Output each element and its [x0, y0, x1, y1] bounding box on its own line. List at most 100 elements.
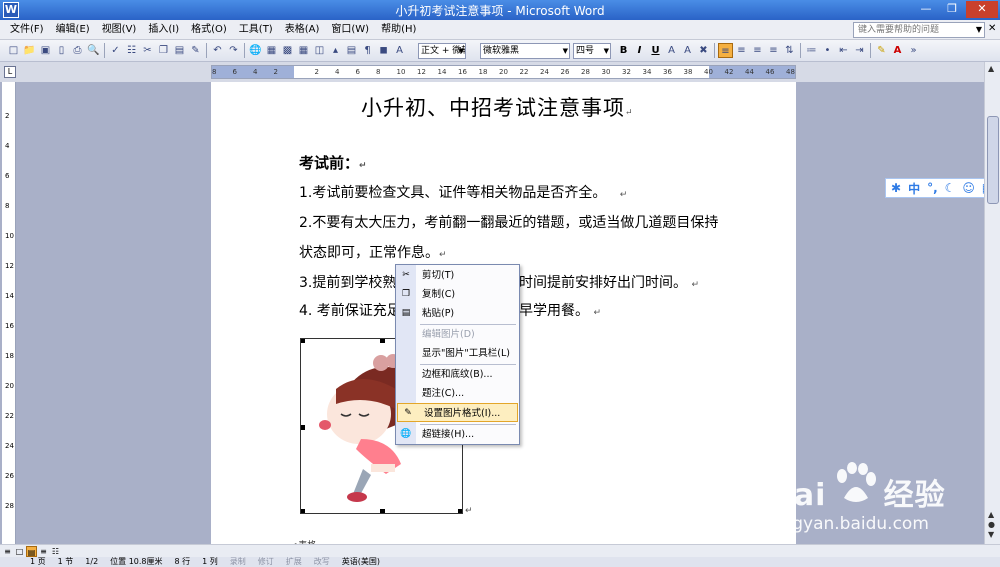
paw-icon[interactable]: ✱ [891, 181, 901, 195]
paragraph-line-3-tail[interactable]: 时间提前安排好出门时间。 ↵ [519, 272, 699, 292]
paragraph-line-4-tail[interactable]: 早学用餐。 ↵ [519, 300, 601, 320]
menu-item-borders-shading[interactable]: 边框和底纹(B)... [396, 365, 519, 384]
status-mode-track[interactable]: 修订 [258, 557, 274, 567]
menu-item-caption[interactable]: 题注(C)... [396, 384, 519, 403]
status-mode-extend[interactable]: 扩展 [286, 557, 302, 567]
menu-item[interactable]: 格式(O) [185, 23, 233, 37]
insert-excel-icon[interactable]: ▦ [296, 43, 311, 58]
char-shading-icon[interactable]: A [680, 43, 695, 58]
more-options-icon[interactable]: » [906, 43, 921, 58]
resize-handle[interactable] [301, 509, 305, 513]
spelling-icon[interactable]: ✓ [108, 43, 123, 58]
menu-item[interactable]: 表格(A) [279, 23, 326, 37]
style-combo[interactable]: 正文 + 微软 ▼ [418, 43, 466, 59]
resize-handle[interactable] [301, 339, 305, 343]
chevron-down-icon[interactable]: ▼ [604, 44, 609, 58]
styles-icon[interactable]: A [392, 43, 407, 58]
line-spacing-icon[interactable]: ⇅ [782, 43, 797, 58]
hyperlink-icon[interactable]: 🌐 [248, 43, 263, 58]
bullets-icon[interactable]: • [820, 43, 835, 58]
menu-item-show-picture-toolbar[interactable]: 显示"图片"工具栏(L) [396, 344, 519, 363]
increase-indent-icon[interactable]: ⇥ [852, 43, 867, 58]
help-search-box[interactable]: 键入需要帮助的问题 ▼ [853, 22, 985, 38]
decrease-indent-icon[interactable]: ⇤ [836, 43, 851, 58]
char-border-icon[interactable]: A [664, 43, 679, 58]
permission-icon[interactable]: ▯ [54, 43, 69, 58]
open-folder-icon[interactable]: 📁 [22, 43, 37, 58]
zoom-icon[interactable]: ◼ [376, 43, 391, 58]
numbering-icon[interactable]: ≔ [804, 43, 819, 58]
align-center-icon[interactable]: ≡ [734, 43, 749, 58]
char-scale-icon[interactable]: ✖ [696, 43, 711, 58]
underline-icon[interactable]: U [648, 43, 663, 58]
undo-icon[interactable]: ↶ [210, 43, 225, 58]
document-title[interactable]: 小升初、中招考试注意事项↵ [361, 92, 634, 122]
outline-view-icon[interactable]: ≡ [38, 546, 49, 557]
chinese-mode-icon[interactable]: 中 [908, 180, 920, 197]
new-document-icon[interactable]: □ [6, 43, 21, 58]
tables-borders-icon[interactable]: ▦ [264, 43, 279, 58]
format-painter-icon[interactable]: ✎ [188, 43, 203, 58]
horizontal-scrollbar[interactable]: ≡ □ ▤ ≡ ☷ [0, 544, 1000, 557]
italic-icon[interactable]: I [632, 43, 647, 58]
columns-icon[interactable]: ◫ [312, 43, 327, 58]
chevron-down-icon[interactable]: ▼ [563, 44, 568, 58]
resize-handle[interactable] [380, 339, 385, 343]
menu-item-hyperlink[interactable]: 🌐 超链接(H)... [396, 425, 519, 444]
menu-item-copy[interactable]: ❐ 复制(C) [396, 285, 519, 304]
menu-item[interactable]: 插入(I) [142, 23, 185, 37]
normal-view-icon[interactable]: ≡ [2, 546, 13, 557]
punctuation-icon[interactable]: °, [927, 181, 938, 195]
chevron-down-icon[interactable]: ▼ [976, 23, 982, 37]
heading-before-exam[interactable]: 考试前：↵ [299, 152, 367, 173]
show-hide-icon[interactable]: ¶ [360, 43, 375, 58]
paragraph-line-4[interactable]: 4. 考前保证充足 [299, 300, 401, 320]
copy-icon[interactable]: ❐ [156, 43, 171, 58]
font-combo[interactable]: 微软雅黑 ▼ [480, 43, 570, 59]
drawing-icon[interactable]: ▴ [328, 43, 343, 58]
print-preview-icon[interactable]: 🔍 [86, 43, 101, 58]
status-mode-record[interactable]: 录制 [230, 557, 246, 567]
document-map-icon[interactable]: ▤ [344, 43, 359, 58]
print-layout-icon[interactable]: ▤ [26, 546, 37, 557]
menu-item[interactable]: 文件(F) [4, 23, 50, 37]
reading-view-icon[interactable]: ☷ [50, 546, 61, 557]
maximize-button[interactable]: ❐ [940, 1, 964, 18]
menu-item[interactable]: 视图(V) [96, 23, 143, 37]
paragraph-line-3[interactable]: 3.提前到学校熟 [299, 272, 396, 292]
paragraph-line-2[interactable]: 2.不要有太大压力，考前翻一翻最近的错题，或适当做几道题目保持 [299, 212, 718, 232]
save-icon[interactable]: ▣ [38, 43, 53, 58]
menu-item[interactable]: 帮助(H) [375, 23, 422, 37]
align-left-icon[interactable]: ≡ [718, 43, 733, 58]
chevron-down-icon[interactable]: ▼ [459, 44, 464, 58]
vertical-ruler[interactable]: 2 4 6 8 10 12 14 16 18 20 22 24 26 28 [2, 82, 16, 544]
minimize-button[interactable]: — [914, 1, 938, 18]
bold-icon[interactable]: B [616, 43, 631, 58]
scroll-thumb[interactable] [987, 116, 999, 204]
close-document-icon[interactable]: ✕ [988, 23, 996, 34]
justify-icon[interactable]: ≡ [766, 43, 781, 58]
moon-icon[interactable]: ☾ [945, 181, 956, 195]
menu-item[interactable]: 窗口(W) [325, 23, 375, 37]
paste-icon[interactable]: ▤ [172, 43, 187, 58]
paragraph-line-1[interactable]: 1.考试前要检查文具、证件等相关物品是否齐全。 ↵ [299, 182, 627, 202]
insert-table-icon[interactable]: ▩ [280, 43, 295, 58]
menu-item-cut[interactable]: ✂ 剪切(T) [396, 266, 519, 285]
resize-handle[interactable] [301, 425, 305, 430]
tab-selector[interactable]: L [4, 66, 16, 78]
research-icon[interactable]: ☷ [124, 43, 139, 58]
close-button[interactable]: ✕ [966, 1, 998, 18]
user-icon[interactable]: ☺ [962, 181, 975, 195]
scroll-up-icon[interactable]: ▲ [988, 64, 994, 73]
print-icon[interactable]: ⎙ [70, 43, 85, 58]
font-size-combo[interactable]: 四号 ▼ [573, 43, 611, 59]
align-right-icon[interactable]: ≡ [750, 43, 765, 58]
redo-icon[interactable]: ↷ [226, 43, 241, 58]
menu-item[interactable]: 工具(T) [233, 23, 279, 37]
horizontal-ruler[interactable]: 8 6 4 2 2 4 6 8 10 12 14 16 18 20 22 24 26 28 30 32 34 36 38 40… [211, 65, 796, 79]
paragraph-line-2b[interactable]: 状态即可，正常作息。↵ [299, 242, 447, 262]
font-color-icon[interactable]: A [890, 43, 905, 58]
web-view-icon[interactable]: □ [14, 546, 25, 557]
status-mode-overtype[interactable]: 改写 [314, 557, 330, 567]
resize-handle[interactable] [458, 509, 462, 513]
